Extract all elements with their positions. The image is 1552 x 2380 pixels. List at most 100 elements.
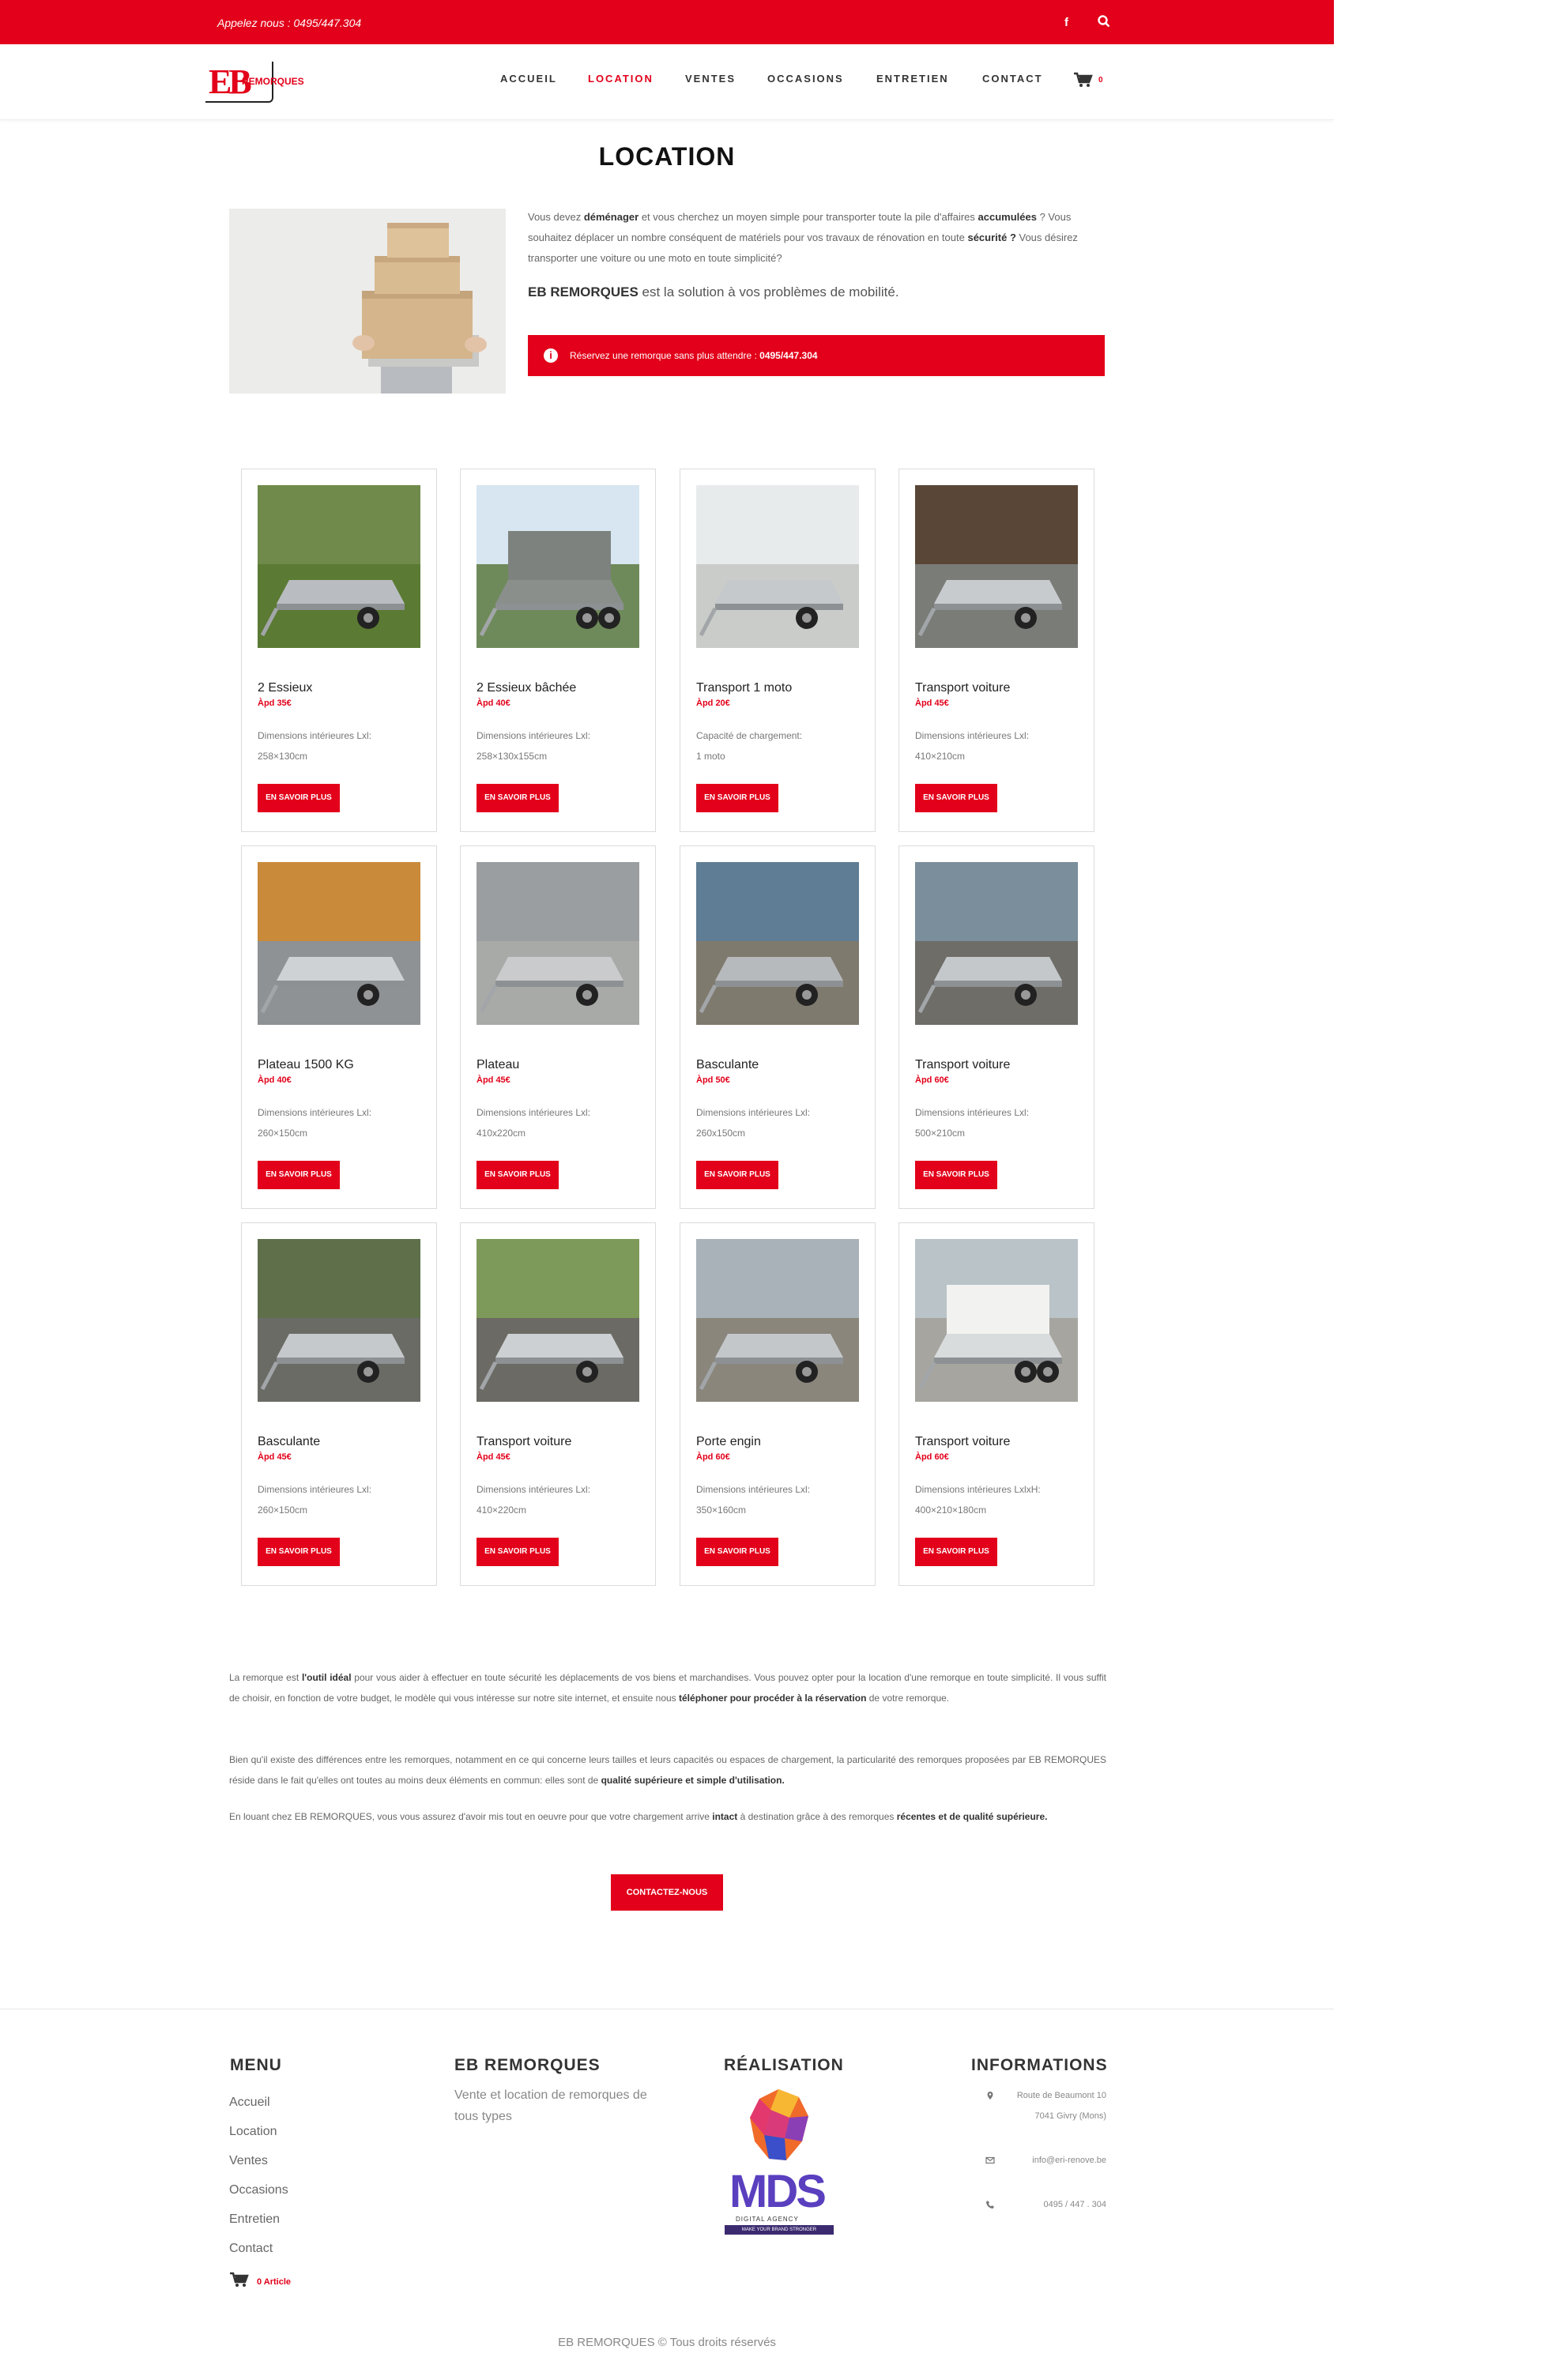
learn-more-button[interactable]: EN SAVOIR PLUS <box>696 1161 778 1189</box>
nav-accueil[interactable]: ACCUEIL <box>500 73 557 85</box>
product-card[interactable]: Transport voiture Àpd 45€ Dimensions int… <box>460 1222 656 1586</box>
nav-ventes[interactable]: VENTES <box>685 73 736 85</box>
footer-link-occasions[interactable]: Occasions <box>229 2183 288 2197</box>
learn-more-button[interactable]: EN SAVOIR PLUS <box>477 1161 559 1189</box>
product-image[interactable] <box>258 862 420 1025</box>
product-name[interactable]: Transport 1 moto <box>696 681 792 695</box>
learn-more-button[interactable]: EN SAVOIR PLUS <box>258 784 340 812</box>
product-card[interactable]: Transport voiture Àpd 60€ Dimensions int… <box>898 1222 1094 1586</box>
product-image[interactable] <box>915 485 1078 648</box>
nav-entretien[interactable]: ENTRETIEN <box>876 73 949 85</box>
product-name[interactable]: Basculante <box>258 1435 320 1449</box>
product-name[interactable]: Transport voiture <box>915 1058 1010 1072</box>
mds-subtitle: DIGITAL AGENCY <box>736 2216 799 2223</box>
learn-more-button[interactable]: EN SAVOIR PLUS <box>477 784 559 812</box>
product-spec-label: Dimensions intérieures Lxl: <box>915 1107 1030 1118</box>
footer-link-contact[interactable]: Contact <box>229 2242 273 2256</box>
product-name[interactable]: Plateau <box>477 1058 519 1072</box>
trailer-photo <box>477 1239 639 1402</box>
footer-link-accueil[interactable]: Accueil <box>229 2096 270 2110</box>
footer-link-ventes[interactable]: Ventes <box>229 2154 268 2168</box>
product-price: Àpd 60€ <box>696 1452 730 1462</box>
footer-phone[interactable]: 0495 / 447 . 304 <box>980 2200 1106 2209</box>
body-text: de votre remorque. <box>866 1693 950 1704</box>
nav-contact[interactable]: CONTACT <box>982 73 1043 85</box>
product-name[interactable]: Transport voiture <box>477 1435 571 1449</box>
logo-text: REMORQUES <box>242 76 304 87</box>
facebook-icon[interactable]: f <box>1064 16 1068 29</box>
product-spec-value: 410x220cm <box>477 1128 526 1139</box>
footer-cart-label: 0 Article <box>257 2277 292 2287</box>
learn-more-button[interactable]: EN SAVOIR PLUS <box>915 1538 997 1566</box>
trailer-photo <box>696 862 859 1025</box>
mds-tagline: MAKE YOUR BRAND STRONGER <box>725 2225 834 2235</box>
product-card[interactable]: 2 Essieux bâchée Àpd 40€ Dimensions inté… <box>460 469 656 832</box>
footer-email[interactable]: info@eri-renove.be <box>980 2156 1106 2165</box>
learn-more-button[interactable]: EN SAVOIR PLUS <box>696 784 778 812</box>
product-card[interactable]: Transport 1 moto Àpd 20€ Capacité de cha… <box>680 469 876 832</box>
product-image[interactable] <box>696 1239 859 1402</box>
body-text: La remorque est <box>229 1672 302 1683</box>
product-card[interactable]: 2 Essieux Àpd 35€ Dimensions intérieures… <box>241 469 437 832</box>
product-image[interactable] <box>477 1239 639 1402</box>
product-card[interactable]: Plateau 1500 KG Àpd 40€ Dimensions intér… <box>241 845 437 1209</box>
body-text: à destination grâce à des remorques <box>737 1811 897 1822</box>
learn-more-button[interactable]: EN SAVOIR PLUS <box>915 1161 997 1189</box>
footer-cart[interactable]: 0 Article <box>229 2271 324 2288</box>
footer-address-2: 7041 Givry (Mons) <box>1034 2111 1106 2121</box>
product-image[interactable] <box>258 1239 420 1402</box>
product-image[interactable] <box>258 485 420 648</box>
footer-link-location[interactable]: Location <box>229 2125 277 2139</box>
alert-phone[interactable]: 0495/447.304 <box>759 350 817 361</box>
top-phone[interactable]: Appelez nous : 0495/447.304 <box>217 17 361 29</box>
body-bold: récentes et de qualité supérieure. <box>896 1811 1048 1822</box>
nav-location[interactable]: LOCATION <box>588 73 654 85</box>
learn-more-button[interactable]: EN SAVOIR PLUS <box>258 1538 340 1566</box>
header-cart[interactable]: 0 <box>1073 71 1105 87</box>
product-name[interactable]: Porte engin <box>696 1435 761 1449</box>
learn-more-button[interactable]: EN SAVOIR PLUS <box>915 784 997 812</box>
learn-more-button[interactable]: EN SAVOIR PLUS <box>696 1538 778 1566</box>
learn-more-button[interactable]: EN SAVOIR PLUS <box>258 1161 340 1189</box>
trailer-photo <box>915 1239 1078 1402</box>
cart-icon <box>230 2272 249 2287</box>
product-name[interactable]: Basculante <box>696 1058 759 1072</box>
product-image[interactable] <box>696 485 859 648</box>
body-bold: téléphoner pour procéder à la réservatio… <box>679 1693 867 1704</box>
product-spec-label: Dimensions intérieures Lxl: <box>477 1484 591 1495</box>
product-card[interactable]: Transport voiture Àpd 45€ Dimensions int… <box>898 469 1094 832</box>
product-spec-label: Dimensions intérieures Lxl: <box>477 1107 591 1118</box>
search-icon[interactable] <box>1097 14 1111 28</box>
product-spec-label: Dimensions intérieures Lxl: <box>915 730 1030 741</box>
product-card[interactable]: Porte engin Àpd 60€ Dimensions intérieur… <box>680 1222 876 1586</box>
mds-logo[interactable]: MDS DIGITAL AGENCY MAKE YOUR BRAND STRON… <box>723 2086 835 2244</box>
product-card[interactable]: Plateau Àpd 45€ Dimensions intérieures L… <box>460 845 656 1209</box>
product-price: Àpd 45€ <box>258 1452 292 1462</box>
page-title: LOCATION <box>598 142 736 171</box>
product-image[interactable] <box>696 862 859 1025</box>
learn-more-button[interactable]: EN SAVOIR PLUS <box>477 1538 559 1566</box>
trailer-photo <box>696 485 859 648</box>
product-image[interactable] <box>915 1239 1078 1402</box>
trailer-photo <box>477 862 639 1025</box>
site-wrapper: Appelez nous : 0495/447.304 f EB REMORQU… <box>0 0 1334 2380</box>
site-logo[interactable]: EB REMORQUES <box>204 58 315 106</box>
footer-link-entretien[interactable]: Entretien <box>229 2212 280 2227</box>
product-spec-value: 350×160cm <box>696 1504 747 1516</box>
product-name[interactable]: 2 Essieux bâchée <box>477 681 576 695</box>
product-card[interactable]: Transport voiture Àpd 60€ Dimensions int… <box>898 845 1094 1209</box>
contact-button[interactable]: CONTACTEZ-NOUS <box>611 1874 723 1911</box>
product-name[interactable]: Plateau 1500 KG <box>258 1058 354 1072</box>
product-name[interactable]: 2 Essieux <box>258 681 312 695</box>
product-card[interactable]: Basculante Àpd 50€ Dimensions intérieure… <box>680 845 876 1209</box>
product-image[interactable] <box>477 862 639 1025</box>
product-image[interactable] <box>477 485 639 648</box>
product-image[interactable] <box>915 862 1078 1025</box>
nav-occasions[interactable]: OCCASIONS <box>767 73 844 85</box>
product-spec-label: Dimensions intérieures LxlxH: <box>915 1484 1041 1495</box>
product-name[interactable]: Transport voiture <box>915 681 1010 695</box>
product-name[interactable]: Transport voiture <box>915 1435 1010 1449</box>
product-price: Àpd 40€ <box>258 1075 292 1085</box>
intro-text-1: Vous devez <box>528 211 584 223</box>
product-card[interactable]: Basculante Àpd 45€ Dimensions intérieure… <box>241 1222 437 1586</box>
